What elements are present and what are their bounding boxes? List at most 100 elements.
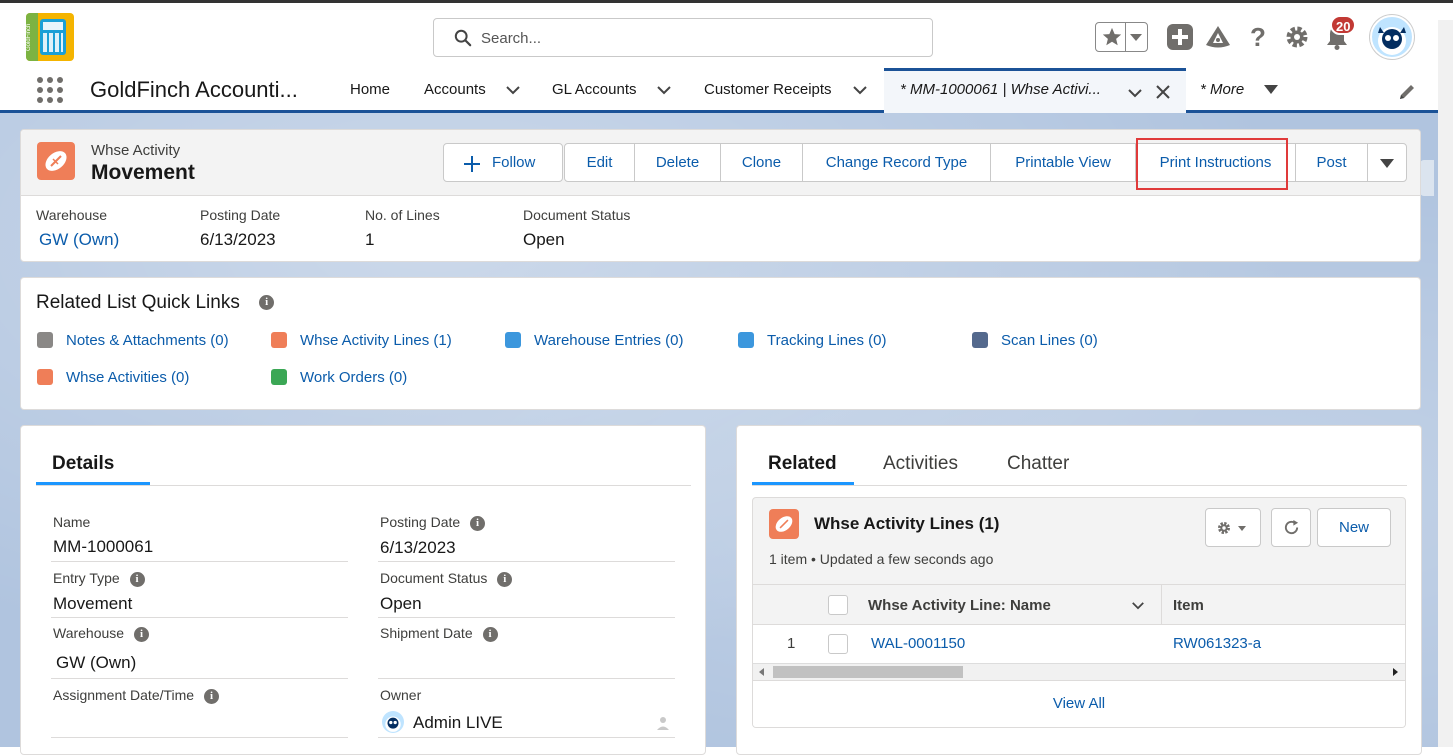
scroll-left-icon[interactable] — [759, 668, 764, 676]
row-item-link[interactable]: RW061323-a — [1173, 635, 1261, 652]
app-launcher-icon[interactable] — [36, 76, 64, 104]
column-header-name[interactable]: Whse Activity Line: Name — [868, 597, 1051, 614]
edit-nav-icon[interactable] — [1397, 82, 1417, 102]
field-value-warehouse-link[interactable]: GW (Own) — [56, 653, 136, 673]
refresh-button[interactable] — [1271, 508, 1311, 547]
chevron-down-icon[interactable] — [1127, 88, 1143, 98]
related-panel: Related Activities Chatter Whse Activity… — [736, 425, 1422, 755]
field-label-warehouse: Warehouse i — [53, 625, 149, 642]
avatar[interactable] — [1370, 15, 1414, 59]
field-value-owner-link[interactable]: Admin LIVE — [413, 713, 503, 733]
info-icon[interactable]: i — [259, 295, 275, 311]
divider — [51, 737, 348, 738]
table-header: Whse Activity Line: Name Item — [753, 584, 1405, 625]
chevron-down-icon[interactable] — [505, 85, 521, 95]
change-owner-icon[interactable] — [655, 715, 671, 731]
chevron-down-icon[interactable] — [656, 85, 672, 95]
list-settings-button[interactable] — [1205, 508, 1261, 547]
edit-button[interactable]: Edit — [565, 144, 635, 181]
related-quick-links: Related List Quick Links i Notes & Attac… — [20, 277, 1421, 410]
app-logo[interactable]: GoldFinch — [26, 13, 74, 61]
row-name-link[interactable]: WAL-0001150 — [871, 635, 965, 652]
record-title: Movement — [91, 161, 195, 184]
tab-details[interactable]: Details — [52, 453, 114, 475]
chevron-down-icon — [1238, 526, 1246, 531]
gear-icon[interactable] — [1283, 23, 1311, 51]
info-icon[interactable]: i — [133, 626, 149, 642]
quick-link-notes[interactable]: Notes & Attachments (0) — [66, 332, 229, 349]
close-icon[interactable] — [1156, 85, 1170, 99]
scroll-right-icon[interactable] — [1393, 668, 1398, 676]
divider — [51, 678, 348, 679]
trailhead-icon[interactable] — [1204, 23, 1232, 51]
info-icon[interactable]: i — [203, 688, 219, 704]
tab-related[interactable]: Related — [768, 453, 837, 475]
highlight-lines-value: 1 — [365, 230, 375, 249]
divider — [378, 617, 675, 618]
gear-icon — [1218, 522, 1230, 534]
horizontal-scrollbar[interactable] — [753, 663, 1405, 680]
quick-links-title: Related List Quick Links i — [36, 292, 275, 314]
row-checkbox[interactable] — [828, 634, 848, 654]
astro-icon — [1378, 27, 1406, 55]
object-type-label: Whse Activity — [91, 142, 181, 159]
highlight-warehouse-label: Warehouse — [36, 207, 108, 223]
info-icon[interactable]: i — [129, 571, 145, 587]
select-all-checkbox[interactable] — [828, 595, 848, 615]
quick-link-tracking-lines[interactable]: Tracking Lines (0) — [767, 332, 887, 349]
divider — [51, 561, 348, 562]
printable-view-button[interactable]: Printable View — [991, 144, 1136, 181]
global-search[interactable] — [433, 18, 933, 57]
nav-more[interactable]: * More — [1200, 81, 1244, 98]
info-icon[interactable]: i — [470, 515, 486, 531]
follow-button[interactable]: Follow — [443, 143, 563, 182]
column-divider — [1161, 585, 1162, 625]
quick-link-warehouse-entries[interactable]: Warehouse Entries (0) — [534, 332, 684, 349]
delete-button[interactable]: Delete — [635, 144, 721, 181]
nav-item-home[interactable]: Home — [350, 81, 390, 98]
quick-link-scan-lines[interactable]: Scan Lines (0) — [1001, 332, 1098, 349]
new-button[interactable]: New — [1317, 508, 1391, 547]
view-all-link[interactable]: View All — [753, 695, 1405, 712]
scrollbar[interactable] — [1438, 20, 1453, 747]
tab-active-record[interactable]: * MM-1000061 | Whse Activi... — [884, 68, 1186, 113]
highlight-lines-label: No. of Lines — [365, 207, 440, 223]
chevron-down-icon[interactable] — [1131, 601, 1145, 610]
table-row: 1 WAL-0001150 RW061323-a — [753, 625, 1405, 663]
utility-panel-toggle[interactable] — [1420, 160, 1434, 196]
tab-chatter[interactable]: Chatter — [1007, 453, 1069, 475]
nav-item-accounts[interactable]: Accounts — [424, 81, 486, 98]
scrollbar-thumb[interactable] — [773, 666, 963, 678]
app-navigation: GoldFinch Accounti... Home Accounts GL A… — [0, 68, 1453, 113]
search-input[interactable] — [481, 27, 901, 49]
chevron-down-icon[interactable] — [1130, 34, 1142, 41]
chevron-down-icon[interactable] — [1264, 85, 1278, 94]
plus-icon[interactable] — [1166, 23, 1194, 51]
quick-link-whse-activities[interactable]: Whse Activities (0) — [66, 369, 189, 386]
tab-activities[interactable]: Activities — [883, 453, 958, 475]
post-button[interactable]: Post — [1296, 144, 1368, 181]
related-list-title[interactable]: Whse Activity Lines (1) — [814, 514, 999, 534]
app-logo-text: GoldFinch — [26, 13, 38, 61]
change-record-type-button[interactable]: Change Record Type — [803, 144, 991, 181]
quick-links-title-text: Related List Quick Links — [36, 292, 240, 313]
column-header-item[interactable]: Item — [1173, 597, 1204, 614]
whse-activity-icon — [271, 332, 287, 348]
whse-activity-icon — [37, 142, 75, 180]
chevron-down-icon[interactable] — [852, 85, 868, 95]
search-icon — [454, 29, 472, 47]
help-icon[interactable]: ? — [1244, 23, 1272, 51]
active-tab-label: * MM-1000061 | Whse Activi... — [900, 81, 1101, 98]
info-icon[interactable]: i — [482, 626, 498, 642]
highlight-warehouse-link[interactable]: GW (Own) — [39, 230, 119, 250]
quick-link-whse-activity-lines[interactable]: Whse Activity Lines (1) — [300, 332, 452, 349]
clone-button[interactable]: Clone — [721, 144, 803, 181]
nav-item-customer-receipts[interactable]: Customer Receipts — [704, 81, 832, 98]
field-label-posting-date: Posting Date i — [380, 514, 486, 531]
quick-link-work-orders[interactable]: Work Orders (0) — [300, 369, 407, 386]
nav-item-gl-accounts[interactable]: GL Accounts — [552, 81, 637, 98]
info-icon[interactable]: i — [497, 571, 513, 587]
astro-icon — [385, 716, 401, 732]
more-actions-button[interactable] — [1368, 144, 1406, 181]
favorites-button[interactable] — [1095, 22, 1148, 52]
